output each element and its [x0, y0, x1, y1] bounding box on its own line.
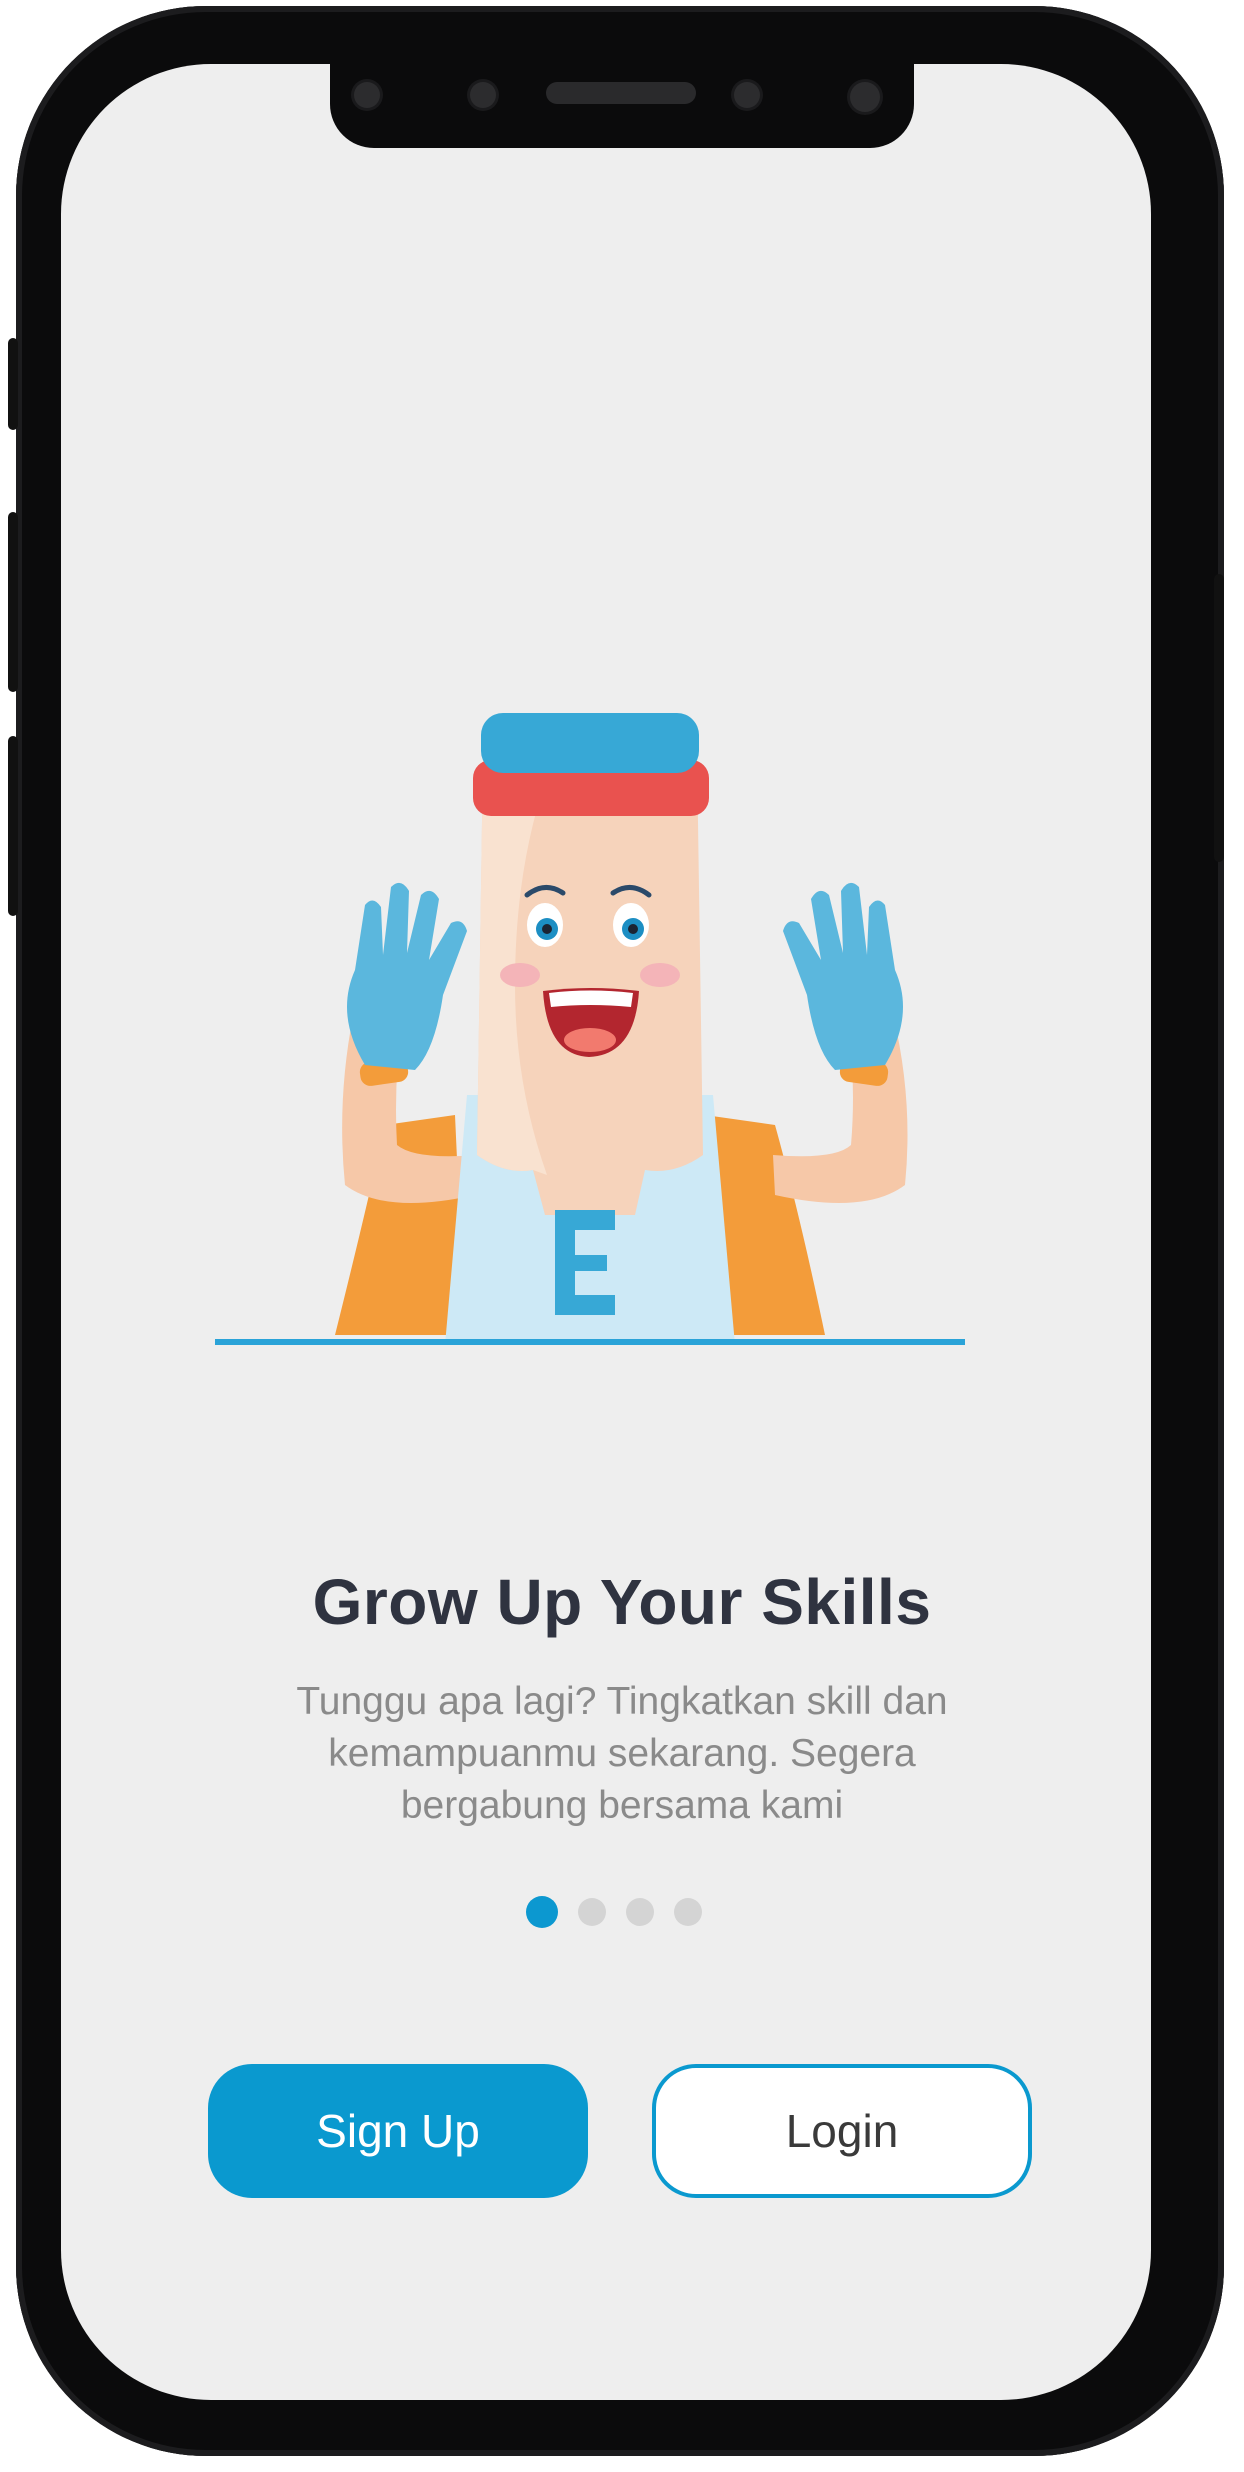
sensor-dot [734, 82, 760, 108]
phone-notch [330, 64, 914, 148]
page-dot-4[interactable] [674, 1898, 702, 1926]
mascot-illustration [215, 713, 965, 1345]
side-button-volume-down [8, 736, 18, 916]
onboarding-title: Grow Up Your Skills [312, 1566, 932, 1638]
side-button-volume-up [8, 512, 18, 692]
speaker-grille [546, 82, 696, 104]
description-line: kemampuanmu sekarang. Segera [328, 1732, 916, 1775]
sign-up-button[interactable]: Sign Up [208, 2064, 588, 2198]
sensor-dot [354, 82, 380, 108]
side-button-power [1214, 574, 1224, 862]
front-camera [850, 82, 880, 112]
description-line: bergabung bersama kami [400, 1784, 844, 1827]
page-dot-2[interactable] [578, 1898, 606, 1926]
page-dot-1-active[interactable] [526, 1896, 558, 1928]
login-button[interactable]: Login [652, 2064, 1032, 2198]
description-line: Tunggu apa lagi? Tingkatkan skill dan [296, 1680, 948, 1723]
onboarding-description: Tunggu apa lagi? Tingkatkan skill dan ke… [190, 1676, 1054, 1832]
page-indicator [526, 1896, 702, 1928]
sensor-dot [470, 82, 496, 108]
page-dot-3[interactable] [626, 1898, 654, 1926]
side-button-mute [8, 338, 18, 430]
